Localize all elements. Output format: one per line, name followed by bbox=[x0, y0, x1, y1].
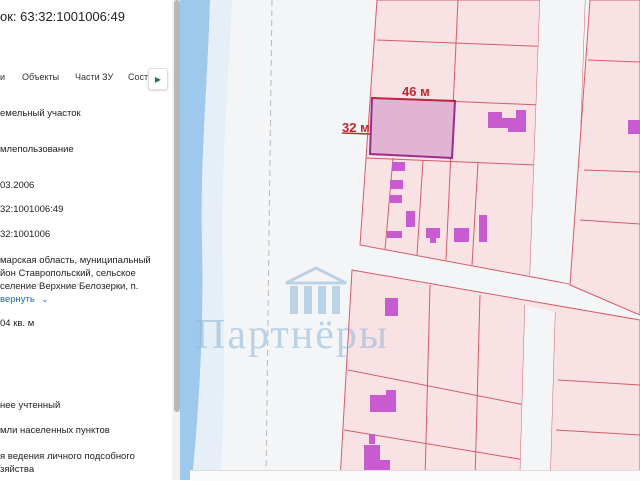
chevron-right-icon: ▶ bbox=[154, 74, 162, 84]
field-area: 04 кв. м bbox=[0, 318, 35, 329]
building bbox=[390, 195, 402, 203]
collapse-link[interactable]: вернуть ⌄ bbox=[0, 293, 48, 306]
building bbox=[369, 434, 375, 444]
selected-parcel[interactable] bbox=[368, 96, 457, 160]
map-bottom-bar bbox=[190, 470, 640, 481]
building bbox=[628, 120, 640, 134]
field-category: емельный участок bbox=[0, 108, 81, 119]
info-panel: ок: 63:32:1001006:49 и Объекты Части ЗУ … bbox=[0, 0, 180, 480]
field-address-line-1: марская область, муниципальный bbox=[0, 255, 151, 266]
field-status: нее учтенный bbox=[0, 400, 61, 411]
field-use: млепользование bbox=[0, 144, 74, 155]
watermark-logo bbox=[285, 266, 347, 314]
tab-objects[interactable]: Объекты bbox=[22, 72, 59, 82]
field-address-line-2: йон Ставропольский, сельское bbox=[0, 268, 136, 279]
field-permitted-use-line-2: зяйства bbox=[0, 464, 35, 475]
building bbox=[454, 228, 469, 242]
boundary-line bbox=[265, 0, 273, 480]
cadastral-map[interactable]: 46 м 32 м Партнёры bbox=[180, 0, 640, 480]
building bbox=[392, 162, 405, 171]
field-address-line-3: селение Верхние Белозерки, п. bbox=[0, 281, 139, 292]
building bbox=[479, 215, 487, 242]
building bbox=[406, 211, 415, 227]
field-cadastral-quarter: 32:1001006 bbox=[0, 229, 51, 240]
watermark-text: Партнёры bbox=[195, 312, 389, 358]
field-permitted-use-line-1: я ведения личного подсобного bbox=[0, 451, 135, 462]
field-land-category: мли населенных пунктов bbox=[0, 425, 110, 436]
field-date: 03.2006 bbox=[0, 180, 35, 191]
road bbox=[520, 305, 555, 480]
tab-next-button[interactable]: ▶ bbox=[148, 68, 168, 90]
map-canvas: 46 м 32 м Партнёры bbox=[180, 0, 640, 480]
building bbox=[387, 231, 402, 238]
tab-info[interactable]: и bbox=[0, 72, 5, 82]
page-title: ок: 63:32:1001006:49 bbox=[0, 9, 125, 24]
chevron-down-icon: ⌄ bbox=[41, 295, 49, 304]
dimension-label-width: 46 м bbox=[402, 84, 430, 99]
tab-parts[interactable]: Части ЗУ bbox=[75, 72, 113, 82]
dimension-label-height: 32 м bbox=[342, 120, 370, 135]
field-cadastral-number: 32:1001006:49 bbox=[0, 204, 64, 215]
collapse-link-label: вернуть bbox=[0, 294, 35, 305]
building bbox=[390, 180, 403, 189]
